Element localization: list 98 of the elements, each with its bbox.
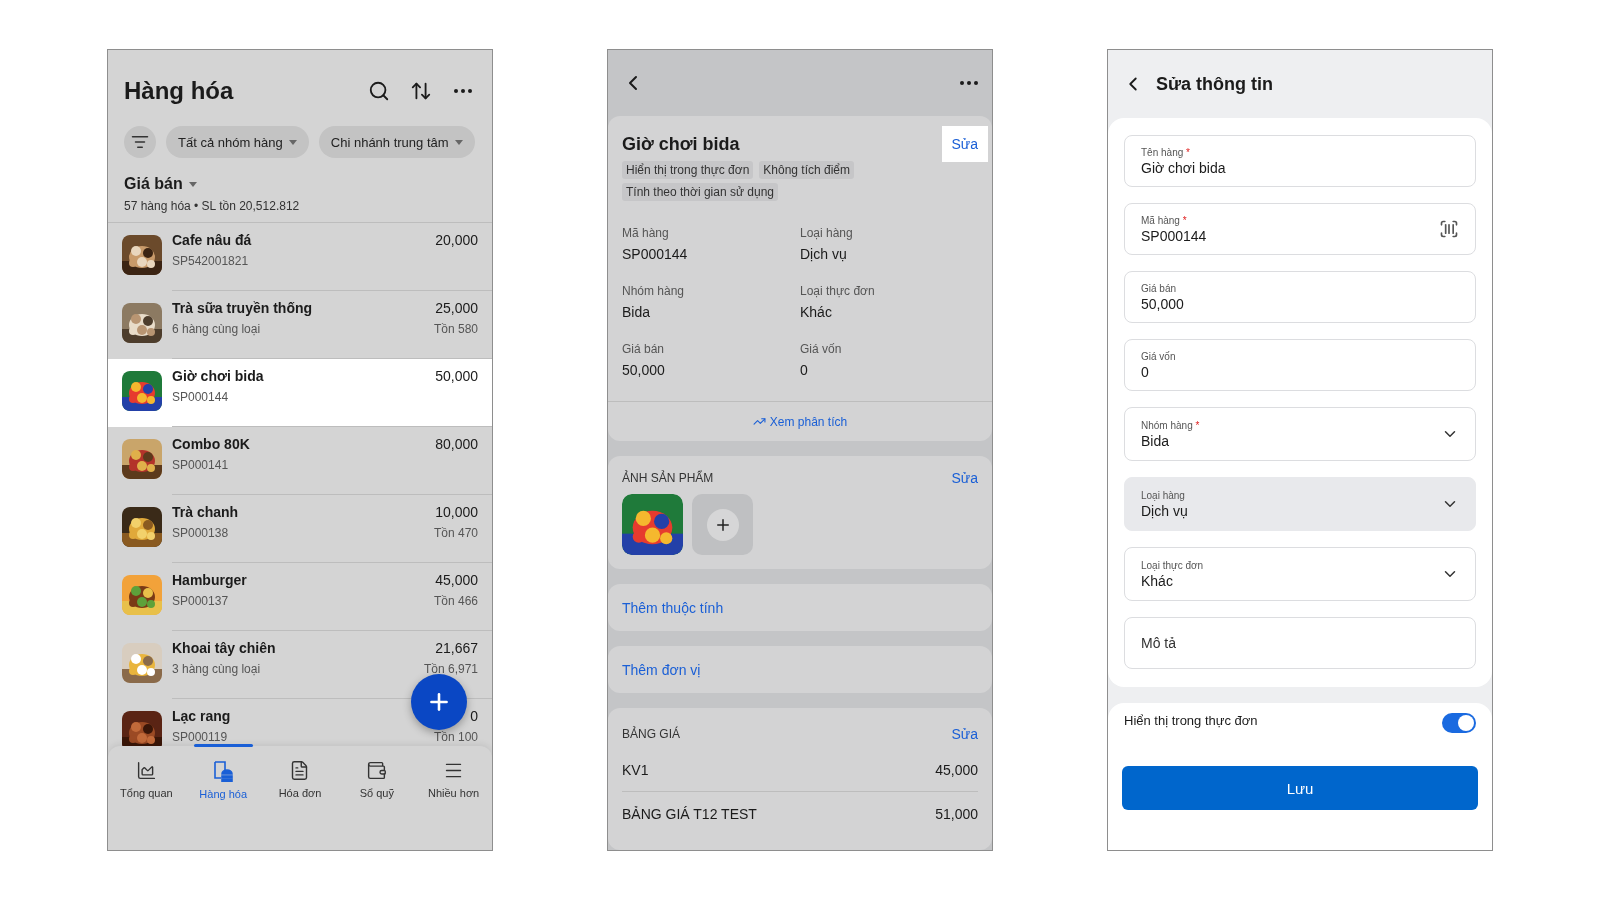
edit-button[interactable]: Sửa bbox=[951, 470, 978, 486]
product-price: 0 bbox=[469, 707, 478, 725]
product-name: Giờ chơi bida bbox=[172, 367, 265, 385]
screen-title: Hàng hóa bbox=[124, 77, 235, 105]
burger-icon bbox=[212, 760, 235, 782]
screen-title: Sửa thông tin bbox=[1156, 73, 1274, 95]
tag: Tính theo thời gian sử dụng bbox=[622, 183, 778, 201]
description-field[interactable]: Mô tả bbox=[1124, 617, 1476, 669]
product-code: SP000119 bbox=[172, 729, 229, 745]
select-field[interactable]: Loại thực đơn Khác bbox=[1124, 547, 1476, 601]
stock-text: Tồn 6,971 bbox=[423, 661, 478, 677]
field-value: Dịch vụ bbox=[800, 245, 848, 263]
product-code: SP000144 bbox=[172, 389, 230, 405]
product-row[interactable]: Trà chanh 10,000 SP000138 Tồn 470 bbox=[108, 495, 492, 563]
search-icon bbox=[368, 80, 390, 102]
select-field[interactable]: Nhóm hàng * Bida bbox=[1124, 407, 1476, 461]
product-code: SP542001821 bbox=[172, 253, 250, 269]
analytics-link[interactable]: Xem phân tích bbox=[752, 414, 848, 429]
input-field[interactable]: Mã hàng * SP000144 bbox=[1124, 203, 1476, 255]
field-value: SP000144 bbox=[622, 245, 689, 263]
save-button[interactable]: Lưu bbox=[1122, 766, 1478, 810]
product-price: 45,000 bbox=[434, 571, 478, 589]
wallet-icon bbox=[366, 760, 388, 781]
stock-text: Tồn 470 bbox=[433, 525, 478, 541]
stock-text: Tồn 580 bbox=[433, 321, 478, 337]
product-row[interactable]: Hamburger 45,000 SP000137 Tồn 466 bbox=[108, 563, 492, 631]
nav-tab[interactable]: Sổ quỹ bbox=[338, 746, 416, 816]
sort-dropdown[interactable]: Giá bán bbox=[124, 174, 197, 194]
product-price: 21,667 bbox=[434, 639, 478, 657]
nav-tab[interactable]: Tổng quan bbox=[108, 746, 185, 816]
nav-tab[interactable]: Hàng hóa bbox=[184, 746, 262, 816]
field-label: Giá bán bbox=[622, 341, 666, 357]
sort-icon bbox=[410, 80, 432, 102]
filter-icon bbox=[131, 133, 149, 151]
summary-text: 57 hàng hóa • SL tồn 20,512.812 bbox=[124, 198, 301, 214]
toggle-label: Hiển thị trong thực đơn bbox=[1124, 713, 1258, 729]
field-label: Nhóm hàng bbox=[622, 283, 686, 299]
add-button[interactable] bbox=[411, 674, 467, 730]
field-value: Khác bbox=[800, 303, 833, 321]
product-code: 6 hàng cùng loại bbox=[172, 321, 262, 337]
price-book-name: KV1 bbox=[622, 761, 649, 778]
section-title: ẢNH SẢN PHẨM bbox=[622, 471, 714, 485]
nav-tab[interactable]: Hóa đơn bbox=[261, 746, 339, 816]
filter-chip[interactable]: Tất cả nhóm hàng bbox=[166, 126, 309, 158]
product-code: SP000138 bbox=[172, 525, 230, 541]
tag: Không tích điểm bbox=[759, 161, 855, 179]
more-icon bbox=[454, 89, 472, 93]
nav-tab[interactable]: Nhiều hơn bbox=[415, 746, 492, 816]
caret-icon bbox=[288, 139, 297, 145]
product-code: 3 hàng cùng loại bbox=[172, 661, 262, 677]
product-name: Cafe nâu đá bbox=[172, 231, 253, 249]
chart-icon bbox=[752, 415, 766, 428]
product-price: 50,000 bbox=[435, 367, 478, 385]
product-title: Giờ chơi bida bbox=[622, 134, 740, 155]
field-label: Giá vốn bbox=[800, 341, 843, 357]
edit-button[interactable]: Sửa bbox=[941, 126, 988, 162]
product-price: 80,000 bbox=[435, 435, 478, 453]
add-link[interactable]: Thêm thuộc tính bbox=[608, 584, 992, 631]
field-label: Mã hàng bbox=[622, 225, 670, 241]
product-code: SP000141 bbox=[172, 457, 230, 473]
product-price: 10,000 bbox=[434, 503, 478, 521]
add-link[interactable]: Thêm đơn vị bbox=[608, 646, 992, 693]
field-label: Loại hàng bbox=[800, 225, 854, 241]
product-name: Lạc rang bbox=[172, 707, 232, 725]
product-name: Hamburger bbox=[172, 571, 248, 589]
barcode-icon bbox=[1439, 219, 1459, 239]
product-name: Trà chanh bbox=[172, 503, 240, 521]
product-code: SP000137 bbox=[172, 593, 230, 609]
filter-chip[interactable]: Chi nhánh trung tâm bbox=[318, 126, 475, 158]
section-title: BẢNG GIÁ bbox=[622, 727, 680, 741]
input-field[interactable]: Giá vốn 0 bbox=[1124, 339, 1476, 391]
product-name: Combo 80K bbox=[172, 435, 251, 453]
stock-text: Tồn 466 bbox=[433, 593, 478, 609]
filter-button[interactable] bbox=[124, 126, 156, 158]
price-book-price: 45,000 bbox=[935, 761, 978, 778]
tag: Hiển thị trong thực đơn bbox=[622, 161, 754, 179]
field-value: Bida bbox=[622, 303, 652, 321]
chart-icon bbox=[135, 760, 157, 781]
product-name: Trà sữa truyền thống bbox=[172, 299, 314, 317]
field-value: 50,000 bbox=[622, 361, 666, 379]
product-row[interactable]: Giờ chơi bida 50,000 SP000144 bbox=[108, 359, 492, 427]
product-row[interactable]: Combo 80K 80,000 SP000141 bbox=[108, 427, 492, 495]
product-price: 25,000 bbox=[434, 299, 478, 317]
product-row[interactable]: Cafe nâu đá 20,000 SP542001821 bbox=[108, 223, 492, 291]
field-label: Loại thực đơn bbox=[800, 283, 876, 299]
price-book-name: BẢNG GIÁ T12 TEST bbox=[622, 806, 757, 822]
stock-text: Tồn 100 bbox=[433, 729, 478, 745]
product-name: Khoai tây chiên bbox=[172, 639, 277, 657]
input-field[interactable]: Tên hàng * Giờ chơi bida bbox=[1124, 135, 1476, 187]
product-price: 20,000 bbox=[435, 231, 478, 249]
price-book-price: 51,000 bbox=[935, 806, 978, 822]
input-field[interactable]: Giá bán 50,000 bbox=[1124, 271, 1476, 323]
edit-button[interactable]: Sửa bbox=[951, 726, 978, 742]
field-value: 0 bbox=[800, 361, 809, 379]
caret-icon bbox=[188, 181, 197, 187]
toggle-switch[interactable] bbox=[1442, 713, 1476, 733]
caret-icon bbox=[454, 139, 463, 145]
more-icon bbox=[960, 81, 978, 85]
